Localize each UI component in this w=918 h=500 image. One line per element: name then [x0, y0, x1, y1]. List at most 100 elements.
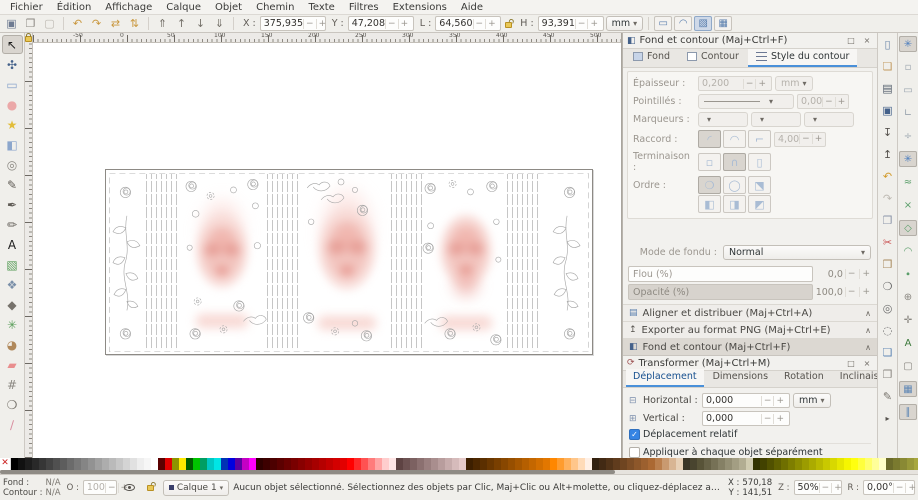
palette-swatch[interactable]: [606, 458, 613, 470]
palette-swatch[interactable]: [235, 458, 242, 470]
lower[interactable]: ↓: [192, 16, 209, 31]
transform-unit-dropdown[interactable]: mm▾: [793, 393, 831, 408]
palette-swatch[interactable]: [151, 458, 158, 470]
tool-selector[interactable]: ↖: [2, 35, 23, 54]
tool-spray[interactable]: ✳: [2, 315, 23, 334]
dash-pattern-dropdown[interactable]: ▾: [698, 94, 794, 109]
palette-swatch[interactable]: [781, 458, 788, 470]
palette-swatch[interactable]: [18, 458, 25, 470]
palette-swatch[interactable]: [732, 458, 739, 470]
edit-clone-button[interactable]: ❐: [879, 366, 896, 382]
tool-tweak[interactable]: ❖: [2, 275, 23, 294]
cap-butt-button[interactable]: ▫: [698, 153, 721, 171]
cap-round-button[interactable]: ∩: [723, 153, 746, 171]
palette-swatch[interactable]: [662, 458, 669, 470]
join-bevel-button[interactable]: ◠: [723, 130, 746, 148]
fill-stroke-indicator[interactable]: Fond :N/A Contour :N/A: [3, 478, 61, 498]
rotate-ccw[interactable]: ↶: [69, 16, 86, 31]
palette-swatch[interactable]: [165, 458, 172, 470]
order-fill-markers-stroke-button[interactable]: ◧: [698, 195, 721, 213]
palette-swatch[interactable]: [613, 458, 620, 470]
palette-swatch[interactable]: [186, 458, 193, 470]
tool-eraser[interactable]: ▰: [2, 355, 23, 374]
palette-swatch[interactable]: [648, 458, 655, 470]
palette-swatch[interactable]: [893, 458, 900, 470]
palette-swatch[interactable]: [452, 458, 459, 470]
palette-swatch[interactable]: [879, 458, 886, 470]
palette-swatch[interactable]: [802, 458, 809, 470]
no-color-swatch[interactable]: ✕: [0, 458, 11, 470]
palette-swatch[interactable]: [382, 458, 389, 470]
dialog-close-button[interactable]: ×: [861, 358, 873, 369]
palette-swatch[interactable]: [529, 458, 536, 470]
palette-swatch[interactable]: [144, 458, 151, 470]
snap-text-baseline-button[interactable]: A: [899, 335, 917, 351]
palette-swatch[interactable]: [270, 458, 277, 470]
snap-paths-button[interactable]: ≈: [899, 174, 917, 190]
palette-swatch[interactable]: [228, 458, 235, 470]
zoom-drawing-button[interactable]: ◎: [879, 300, 896, 316]
tool-pencil[interactable]: ✎: [2, 175, 23, 194]
snap-smooth-nodes-button[interactable]: ◠: [899, 243, 917, 259]
palette-swatch[interactable]: [81, 458, 88, 470]
menu-edition[interactable]: Édition: [51, 2, 98, 13]
palette-swatch[interactable]: [655, 458, 662, 470]
duplicate-button[interactable]: ❏: [879, 344, 896, 360]
palette-swatch[interactable]: [263, 458, 270, 470]
save-document-button[interactable]: ▣: [879, 102, 896, 118]
tool-star[interactable]: ★: [2, 115, 23, 134]
palette-swatch[interactable]: [32, 458, 39, 470]
palette-swatch[interactable]: [242, 458, 249, 470]
palette-swatch[interactable]: [837, 458, 844, 470]
palette-swatch[interactable]: [900, 458, 907, 470]
palette-swatch[interactable]: [550, 458, 557, 470]
palette-swatch[interactable]: [753, 458, 760, 470]
palette-swatch[interactable]: [501, 458, 508, 470]
palette-swatch[interactable]: [361, 458, 368, 470]
palette-swatch[interactable]: [389, 458, 396, 470]
order-stroke-markers-fill-button[interactable]: ◨: [723, 195, 746, 213]
vertical-ruler[interactable]: [25, 43, 33, 458]
dialog-restore-button[interactable]: □: [845, 358, 857, 369]
palette-swatch[interactable]: [886, 458, 893, 470]
menu-texte[interactable]: Texte: [302, 2, 340, 13]
palette-swatch[interactable]: [746, 458, 753, 470]
palette-swatch[interactable]: [249, 458, 256, 470]
docked-panel-align-distribute[interactable]: ▤Aligner et distribuer (Maj+Ctrl+A)∧: [623, 304, 877, 321]
palette-swatch[interactable]: [340, 458, 347, 470]
palette-swatch[interactable]: [207, 458, 214, 470]
snap-cusp-nodes-button[interactable]: ◇: [899, 220, 917, 236]
unit-dropdown[interactable]: mm▾: [606, 16, 644, 31]
palette-swatch[interactable]: [809, 458, 816, 470]
palette-swatch[interactable]: [368, 458, 375, 470]
palette-swatch[interactable]: [53, 458, 60, 470]
tab-styleducontour[interactable]: Style du contour: [748, 49, 857, 67]
palette-swatch[interactable]: [788, 458, 795, 470]
palette-swatch[interactable]: [193, 458, 200, 470]
snap-bbox-button[interactable]: ▫: [899, 59, 917, 75]
palette-swatch[interactable]: [830, 458, 837, 470]
palette-swatch[interactable]: [907, 458, 914, 470]
zoom-page-button[interactable]: ◌: [879, 322, 896, 338]
palette-swatch[interactable]: [221, 458, 228, 470]
snap-object-centers-button[interactable]: ⊕: [899, 289, 917, 305]
palette-swatch[interactable]: [438, 458, 445, 470]
palette-swatch[interactable]: [774, 458, 781, 470]
palette-swatch[interactable]: [11, 458, 18, 470]
flip-vertical[interactable]: ⇅: [126, 16, 143, 31]
copy-button[interactable]: ❐: [879, 212, 896, 228]
palette-swatch[interactable]: [39, 458, 46, 470]
palette-swatch[interactable]: [137, 458, 144, 470]
palette-swatch[interactable]: [599, 458, 606, 470]
palette-swatch[interactable]: [46, 458, 53, 470]
canvas[interactable]: [33, 43, 621, 458]
open-document-button[interactable]: ❏: [879, 58, 896, 74]
menu-aide[interactable]: Aide: [455, 2, 489, 13]
snap-bbox-corners-button[interactable]: ∟: [899, 105, 917, 121]
palette-swatch[interactable]: [256, 458, 263, 470]
print-document-button[interactable]: ▤: [879, 80, 896, 96]
scale-corners-toggle[interactable]: ◠: [674, 16, 692, 31]
docked-panel-fill-stroke[interactable]: ◧Fond et contour (Maj+Ctrl+F)∧: [623, 338, 877, 355]
palette-swatch[interactable]: [515, 458, 522, 470]
join-round-button[interactable]: ◜: [698, 130, 721, 148]
